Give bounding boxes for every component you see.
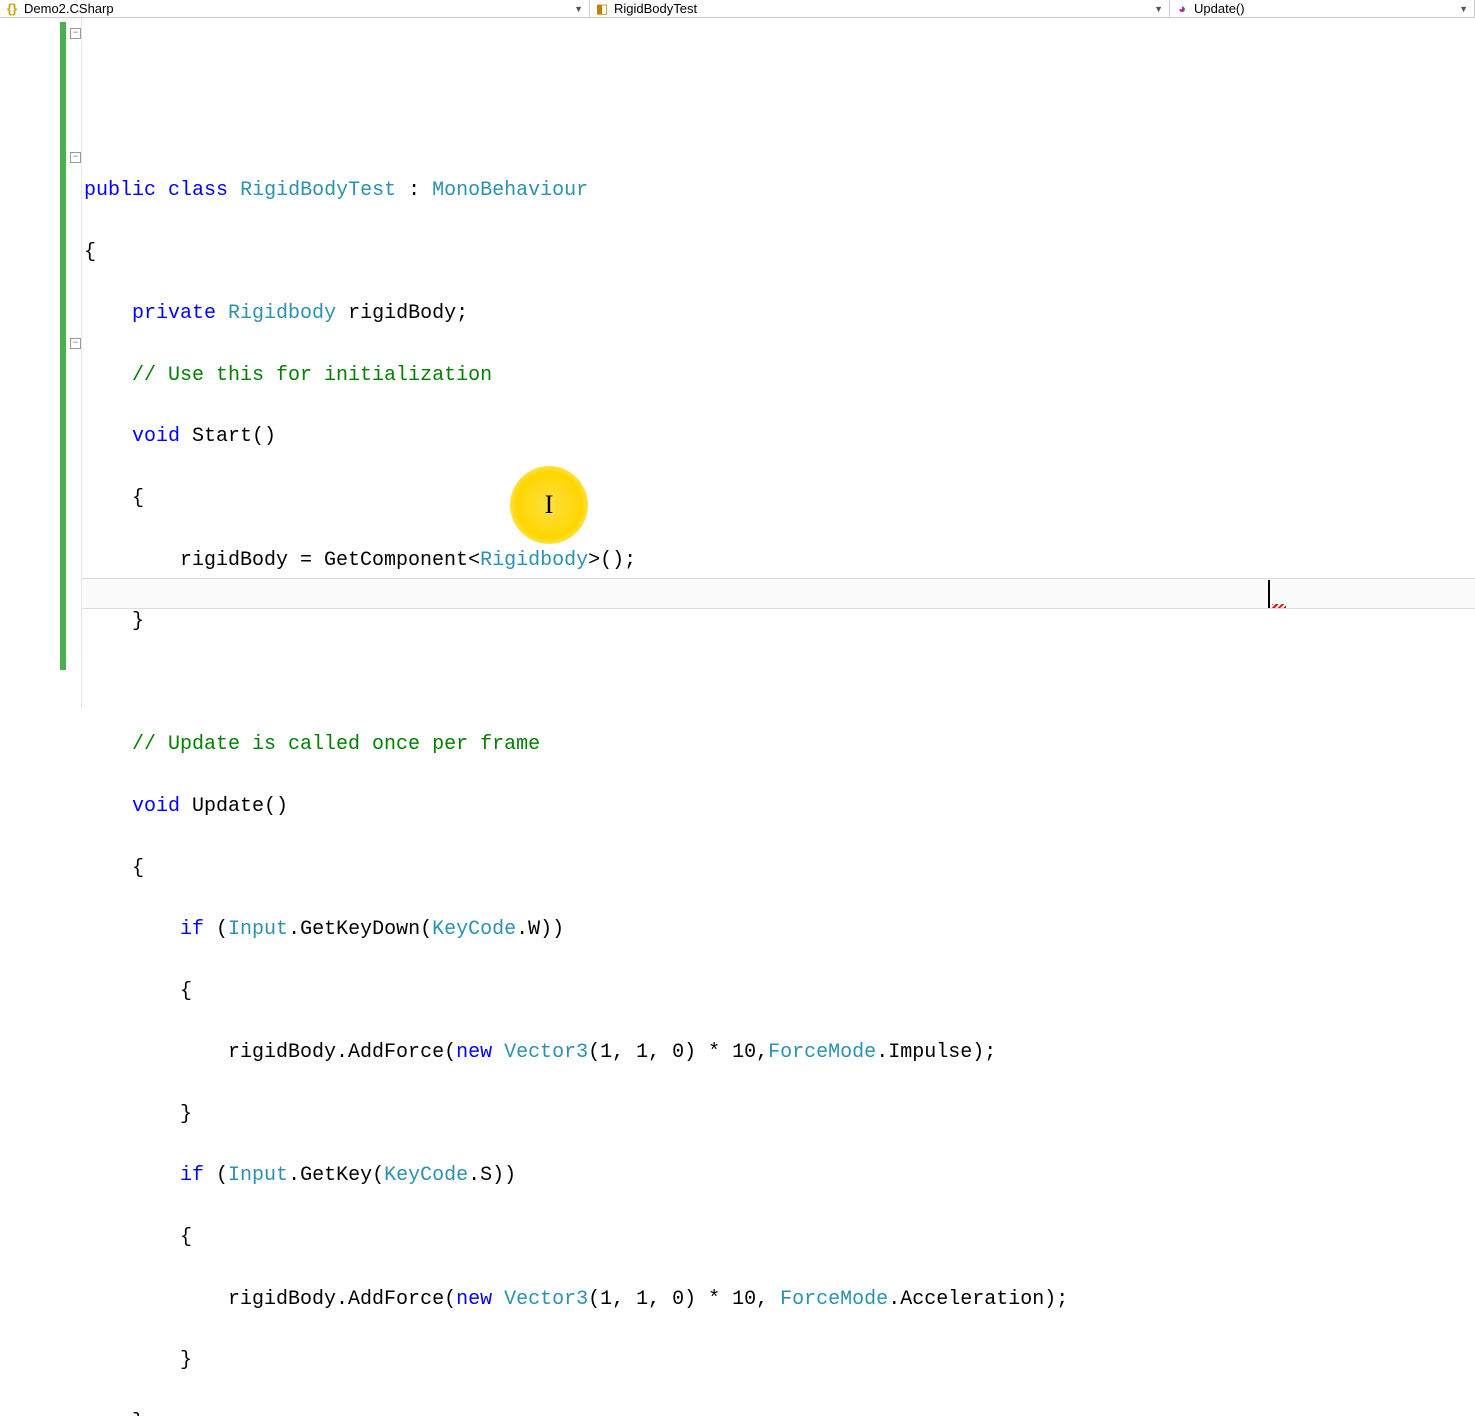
code-line: {	[82, 977, 1475, 1008]
code-line: }	[82, 607, 1475, 638]
method-dropdown-label: Update()	[1194, 1, 1245, 16]
outline-collapse-toggle[interactable]: −	[70, 338, 81, 349]
code-line: rigidBody.AddForce(new Vector3(1, 1, 0) …	[82, 1038, 1475, 1069]
code-line	[82, 669, 1475, 700]
code-area[interactable]: public class RigidBodyTest : MonoBehavio…	[82, 18, 1475, 708]
code-line: void Start()	[82, 422, 1475, 453]
code-line: {	[82, 484, 1475, 515]
code-line: }	[82, 1408, 1475, 1416]
text-caret	[1268, 580, 1270, 608]
outline-collapse-toggle[interactable]: −	[70, 152, 81, 163]
error-squiggle	[1272, 604, 1286, 608]
chevron-down-icon: ▼	[574, 4, 585, 14]
chevron-down-icon: ▼	[1459, 4, 1470, 14]
code-line: // Use this for initialization	[82, 361, 1475, 392]
class-dropdown-label: RigidBodyTest	[614, 1, 697, 16]
code-line: // Update is called once per frame	[82, 730, 1475, 761]
method-dropdown[interactable]: ◕ Update() ▼	[1170, 0, 1475, 17]
outline-collapse-toggle[interactable]: −	[70, 28, 81, 39]
class-dropdown[interactable]: ◧ RigidBodyTest ▼	[590, 0, 1170, 17]
method-icon: ◕	[1174, 2, 1190, 16]
code-line: }	[82, 1100, 1475, 1131]
code-line: {	[82, 854, 1475, 885]
code-line: {	[82, 1223, 1475, 1254]
class-icon: ◧	[594, 2, 610, 16]
change-marker	[60, 22, 66, 670]
code-line: rigidBody.AddForce(new Vector3(1, 1, 0) …	[82, 1285, 1475, 1316]
chevron-down-icon: ▼	[1154, 4, 1165, 14]
gutter: − − −	[0, 18, 82, 708]
code-line: void Update()	[82, 792, 1475, 823]
namespace-icon: {}	[4, 2, 20, 16]
code-line: if (Input.GetKeyDown(KeyCode.W))	[82, 915, 1475, 946]
scope-dropdown[interactable]: {} Demo2.CSharp ▼	[0, 0, 590, 17]
code-line: {	[82, 238, 1475, 269]
navigation-dropdown-bar: {} Demo2.CSharp ▼ ◧ RigidBodyTest ▼ ◕ Up…	[0, 0, 1475, 18]
editor: − − − public class RigidBodyTest : MonoB…	[0, 18, 1475, 708]
code-line: public class RigidBodyTest : MonoBehavio…	[82, 176, 1475, 207]
scope-dropdown-label: Demo2.CSharp	[24, 1, 114, 16]
code-line: private Rigidbody rigidBody;	[82, 299, 1475, 330]
code-line: }	[82, 1346, 1475, 1377]
code-line: if (Input.GetKey(KeyCode.S))	[82, 1161, 1475, 1192]
code-line: rigidBody = GetComponent<Rigidbody>();	[82, 546, 1475, 577]
